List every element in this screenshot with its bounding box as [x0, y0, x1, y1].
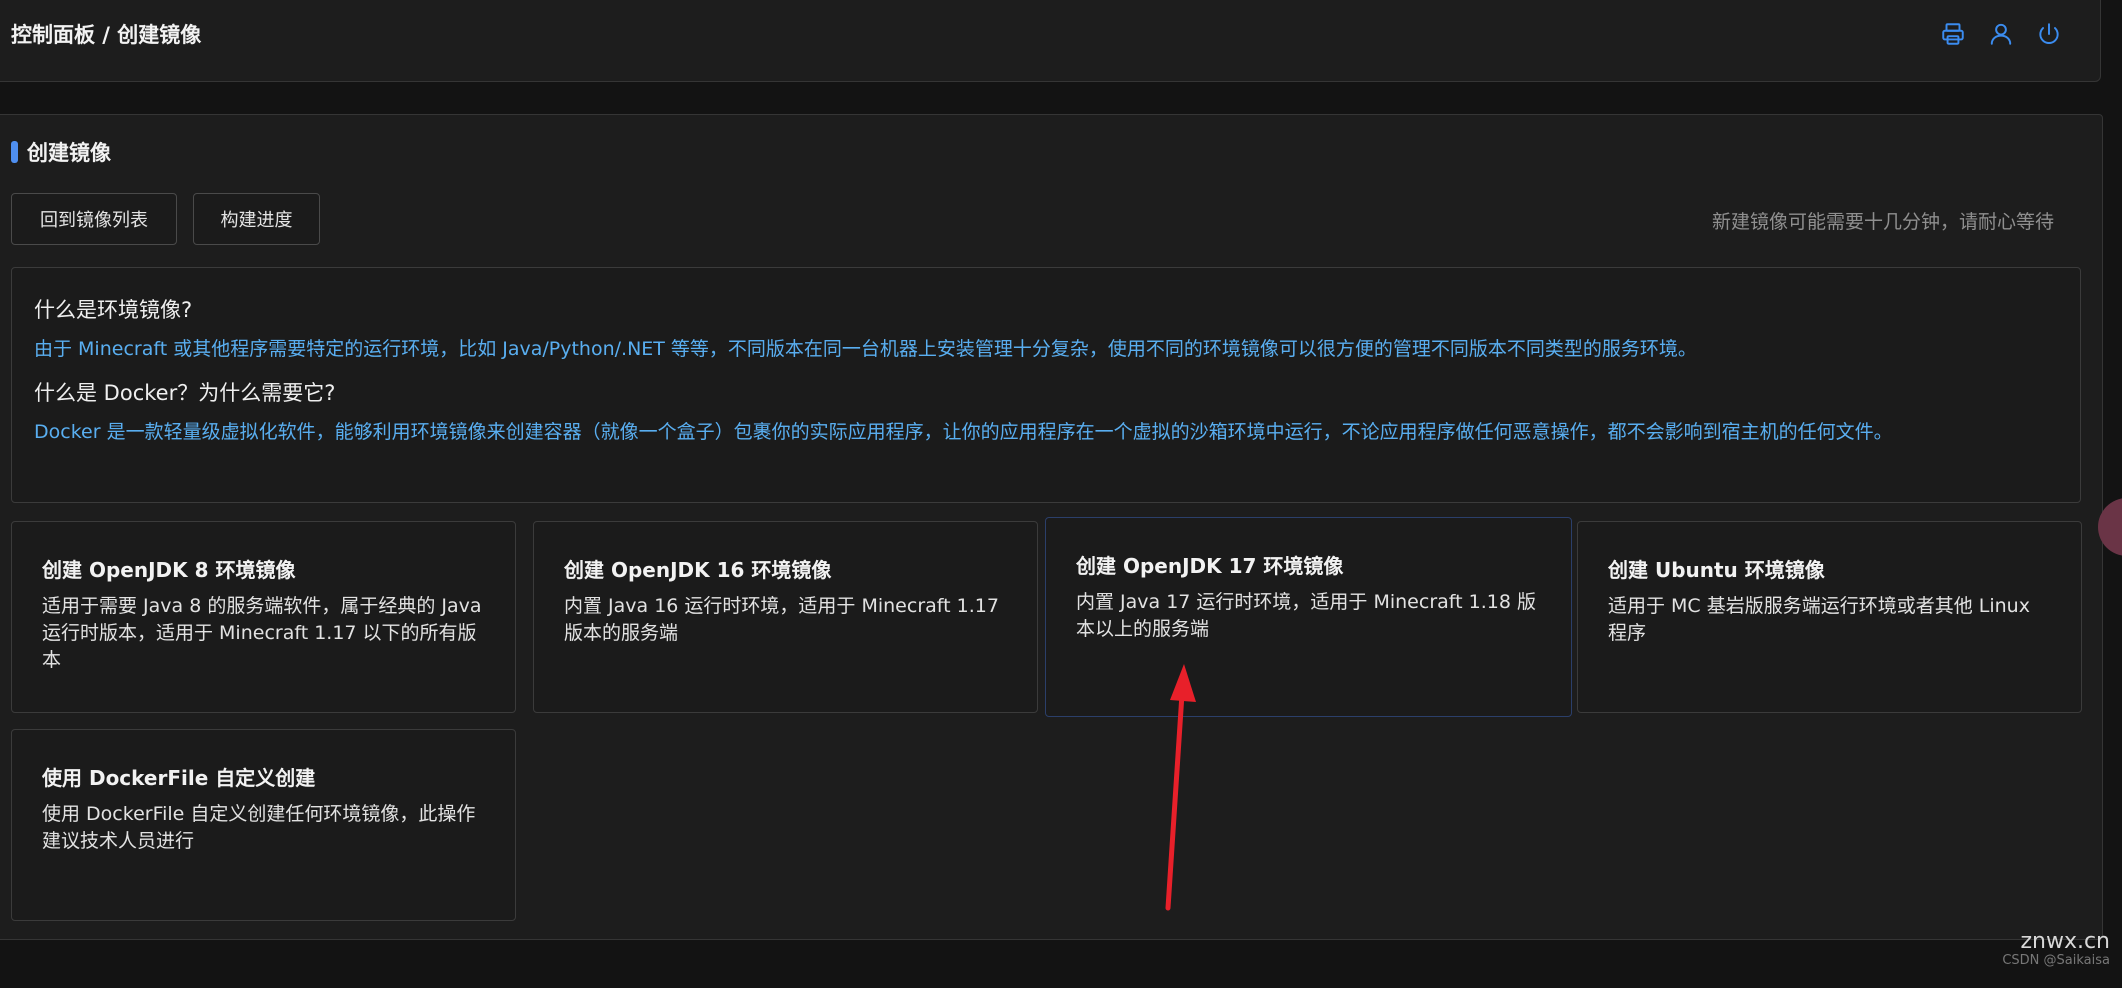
title-accent-bar	[11, 141, 18, 163]
card-description: 使用 DockerFile 自定义创建任何环境镜像，此操作建议技术人员进行	[42, 803, 476, 852]
back-to-image-list-button[interactable]: 回到镜像列表	[11, 193, 177, 245]
user-icon[interactable]	[1988, 21, 2014, 47]
card-description: 内置 Java 16 运行时环境，适用于 Minecraft 1.17 版本的服…	[564, 595, 999, 644]
info-box: 什么是环境镜像? 由于 Minecraft 或其他程序需要特定的运行环境，比如 …	[11, 267, 2081, 503]
build-progress-button[interactable]: 构建进度	[193, 193, 320, 245]
card-title: 创建 OpenJDK 16 环境镜像	[564, 558, 832, 582]
panel-header: 创建镜像	[11, 137, 111, 167]
card-title: 创建 OpenJDK 17 环境镜像	[1076, 554, 1344, 578]
power-icon[interactable]	[2036, 21, 2062, 47]
card-openjdk-17[interactable]: 创建 OpenJDK 17 环境镜像 内置 Java 17 运行时环境，适用于 …	[1045, 517, 1572, 717]
card-title: 创建 OpenJDK 8 环境镜像	[42, 558, 296, 582]
create-image-panel: 创建镜像 回到镜像列表 构建进度 新建镜像可能需要十几分钟，请耐心等待 什么是环…	[0, 114, 2103, 940]
card-description: 内置 Java 17 运行时环境，适用于 Minecraft 1.18 版本以上…	[1076, 591, 1536, 640]
card-ubuntu[interactable]: 创建 Ubuntu 环境镜像 适用于 MC 基岩版服务端运行环境或者其他 Lin…	[1577, 521, 2082, 713]
info-answer-2: Docker 是一款轻量级虚拟化软件，能够利用环境镜像来创建容器（就像一个盒子）…	[34, 421, 1893, 443]
card-openjdk-16[interactable]: 创建 OpenJDK 16 环境镜像 内置 Java 16 运行时环境，适用于 …	[533, 521, 1038, 713]
watermark: znwx.cn CSDN @Saikaisa	[2002, 930, 2110, 968]
breadcrumb: 控制面板 / 创建镜像	[11, 23, 202, 47]
top-icons	[1940, 21, 2062, 47]
card-openjdk-8[interactable]: 创建 OpenJDK 8 环境镜像 适用于需要 Java 8 的服务端软件，属于…	[11, 521, 516, 713]
card-description: 适用于 MC 基岩版服务端运行环境或者其他 Linux 程序	[1608, 595, 2030, 644]
watermark-credit: CSDN @Saikaisa	[2002, 953, 2110, 968]
info-question-1: 什么是环境镜像?	[34, 298, 193, 322]
watermark-site: znwx.cn	[2020, 929, 2110, 954]
top-bar: 控制面板 / 创建镜像	[0, 0, 2101, 82]
printer-icon[interactable]	[1940, 21, 1966, 47]
panel-title: 创建镜像	[27, 141, 111, 165]
card-title: 使用 DockerFile 自定义创建	[42, 766, 316, 790]
info-answer-1: 由于 Minecraft 或其他程序需要特定的运行环境，比如 Java/Pyth…	[34, 338, 1697, 360]
wait-hint: 新建镜像可能需要十几分钟，请耐心等待	[1711, 211, 2054, 233]
card-dockerfile-custom[interactable]: 使用 DockerFile 自定义创建 使用 DockerFile 自定义创建任…	[11, 729, 516, 921]
card-title: 创建 Ubuntu 环境镜像	[1608, 558, 1825, 582]
info-question-2: 什么是 Docker？为什么需要它?	[34, 381, 336, 405]
card-description: 适用于需要 Java 8 的服务端软件，属于经典的 Java 运行时版本，适用于…	[42, 595, 482, 671]
